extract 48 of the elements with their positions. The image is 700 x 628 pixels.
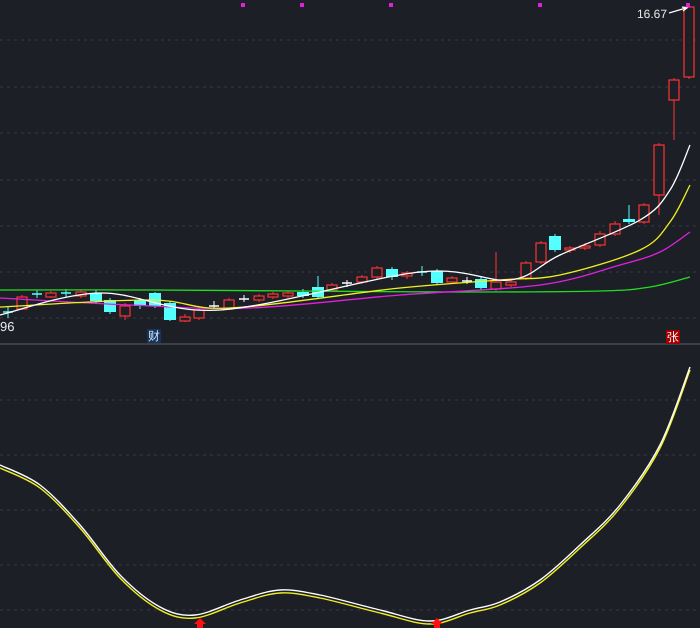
- up-arrow-icon: [194, 618, 206, 628]
- candlestick: [223, 298, 235, 310]
- up-arrow-icon: [431, 618, 443, 628]
- candlestick: [417, 266, 427, 276]
- candlestick: [462, 276, 472, 284]
- candlestick: [179, 314, 191, 322]
- candlestick: [668, 78, 680, 140]
- candlestick: [638, 202, 650, 224]
- candlestick: [594, 230, 606, 248]
- price-label: 16.67: [636, 7, 667, 21]
- candlestick: [45, 290, 57, 298]
- candlestick: [75, 290, 87, 298]
- candlestick: [193, 308, 205, 320]
- event-marker: 财: [147, 329, 161, 343]
- candlestick: [253, 294, 265, 302]
- candlestick: [297, 288, 309, 298]
- candlestick: [549, 234, 561, 252]
- candlestick: [490, 252, 502, 292]
- event-marker: 张: [666, 330, 680, 344]
- candlestick: [609, 220, 621, 236]
- candlestick: [326, 282, 338, 292]
- candlestick: [119, 302, 131, 320]
- candlestick: [342, 280, 352, 288]
- candlestick: [61, 288, 71, 298]
- candlestick: [505, 278, 517, 288]
- candlestick: [431, 268, 443, 286]
- candlestick: [371, 266, 383, 280]
- candlestick: [356, 274, 368, 284]
- candlestick: [209, 300, 219, 310]
- candlestick: [446, 276, 458, 284]
- candlestick: [312, 276, 324, 300]
- candlestick: [90, 290, 102, 304]
- pointer-arrow-icon: [668, 6, 688, 14]
- candlestick: [623, 204, 635, 224]
- candlestick: [3, 306, 13, 318]
- candlestick: [239, 294, 249, 302]
- candlestick: [267, 292, 279, 300]
- candlestick: [386, 266, 398, 280]
- candlestick: [32, 290, 42, 298]
- price-label: 96: [0, 320, 14, 334]
- candlestick: [282, 290, 294, 298]
- candlestick: [564, 246, 576, 254]
- candlestick: [475, 276, 487, 290]
- candlestick: [134, 298, 146, 310]
- candlestick: [535, 240, 547, 264]
- candlestick: [401, 270, 413, 280]
- candlestick: [579, 242, 591, 250]
- candlestick: [520, 260, 532, 280]
